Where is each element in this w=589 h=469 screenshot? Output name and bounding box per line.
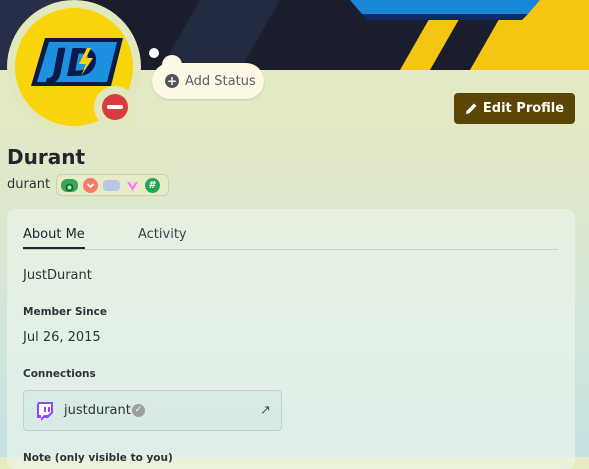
connections-title: Connections	[23, 368, 96, 380]
member-since-title: Member Since	[23, 306, 107, 318]
hypesquad-badge-icon[interactable]	[61, 178, 78, 192]
verified-check-icon: ✓	[132, 404, 145, 417]
status-bubble-dot	[149, 48, 159, 58]
username: durant	[7, 177, 51, 192]
quest-badge-icon[interactable]	[103, 179, 120, 191]
hashtag-badge-icon[interactable]: #	[145, 177, 160, 193]
nitro-badge-icon[interactable]	[125, 178, 140, 193]
dnd-status-icon	[102, 94, 128, 120]
nitro-boost-badge-icon[interactable]	[83, 177, 98, 193]
profile-card: About Me Activity JustDurant Member Sinc…	[7, 209, 575, 469]
tab-activity[interactable]: Activity	[138, 227, 187, 249]
connection-name: justdurant	[64, 403, 131, 418]
add-status-label: Add Status	[185, 73, 256, 89]
about-me-text: JustDurant	[23, 268, 92, 283]
plus-circle-icon: +	[165, 74, 179, 88]
note-title: Note (only visible to you)	[23, 452, 173, 464]
profile-tabs: About Me Activity	[23, 227, 558, 250]
pencil-icon	[465, 103, 477, 114]
badge-list: #	[56, 174, 169, 196]
display-name: Durant	[7, 145, 85, 169]
edit-profile-label: Edit Profile	[482, 101, 565, 116]
edit-profile-button[interactable]: Edit Profile	[454, 93, 575, 124]
tab-about-me[interactable]: About Me	[23, 227, 85, 249]
twitch-icon	[37, 402, 53, 421]
add-status-button[interactable]: + Add Status	[152, 63, 264, 99]
svg-text:JD: JD	[45, 41, 98, 85]
member-since-date: Jul 26, 2015	[23, 330, 101, 345]
connection-item[interactable]: justdurant ✓ ↗	[23, 390, 282, 431]
external-link-icon[interactable]: ↗	[260, 403, 271, 418]
